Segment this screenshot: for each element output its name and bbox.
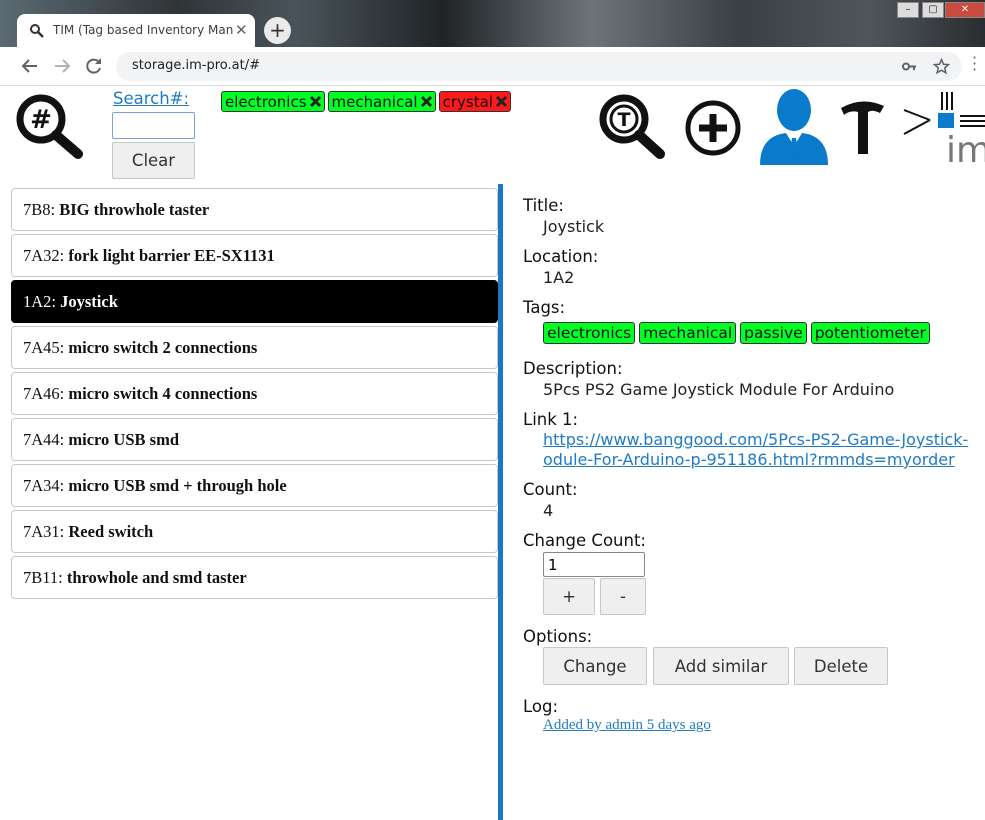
description-label: Description: [523,359,623,378]
url-text: storage.im-pro.at/# [132,58,260,73]
title-value: Joystick [543,217,605,236]
location-label: Location: [523,247,599,266]
tag-search-icon[interactable]: T [599,94,667,160]
tags-label: Tags: [523,298,566,317]
svg-text:T: T [618,109,631,131]
list-item[interactable]: 7A44: micro USB smd [11,418,498,461]
product-link-continued[interactable]: odule-For-Arduino-p-951186.html?rmmds=my… [543,450,955,469]
filter-tag-label: mechanical [331,92,418,111]
hash-search-icon[interactable]: # [16,94,86,160]
star-icon[interactable] [933,58,950,75]
new-tab-button[interactable]: + [264,17,291,44]
window-close-button[interactable]: ✕ [945,2,985,18]
item-tags: electronics mechanical passive potentiom… [543,322,930,344]
options-label: Options: [523,627,593,646]
user-account-icon[interactable] [758,86,830,165]
remove-tag-icon[interactable] [309,95,322,108]
clear-button[interactable]: Clear [112,142,195,179]
list-item-selected[interactable]: 1A2: Joystick [11,280,498,323]
item-tag[interactable]: potentiometer [810,322,930,344]
window-minimize-button[interactable]: – [897,2,919,18]
key-icon[interactable] [901,58,918,75]
description-value: 5Pcs PS2 Game Joystick Module For Arduin… [543,380,895,399]
location-value: 1A2 [543,268,575,287]
tools-icon[interactable] [838,98,886,158]
forward-arrow-icon[interactable] [52,56,72,76]
filter-tag[interactable]: electronics [221,91,325,112]
log-label: Log: [523,697,559,716]
filter-tag[interactable]: crystal [438,91,511,112]
list-item[interactable]: 7A46: micro switch 4 connections [11,372,498,415]
list-item[interactable]: 7A31: Reed switch [11,510,498,553]
add-similar-button[interactable]: Add similar [653,647,789,685]
item-tag[interactable]: electronics [543,322,636,344]
window-maximize-button[interactable]: ▢ [922,2,944,18]
log-entry-link[interactable]: Added by admin 5 days ago [543,717,711,734]
item-tag[interactable]: mechanical [639,322,737,344]
filter-tag-label: electronics [225,92,307,111]
count-value: 4 [543,501,554,520]
filter-tag[interactable]: mechanical [327,91,436,112]
link-label: Link 1: [523,410,579,429]
change-count-label: Change Count: [523,531,646,550]
search-input[interactable] [112,112,195,139]
list-item[interactable]: 7A34: micro USB smd + through hole [11,464,498,507]
remove-tag-icon[interactable] [420,95,433,108]
svg-text:im: im [946,130,985,162]
delete-button[interactable]: Delete [794,647,888,685]
title-label: Title: [523,196,564,215]
change-count-input[interactable] [543,552,645,577]
list-item[interactable]: 7B11: throwhole and smd taster [11,556,498,599]
back-arrow-icon[interactable] [20,56,40,76]
browser-tab[interactable]: TIM (Tag based Inventory Manag ✕ [17,14,255,48]
remove-tag-icon[interactable] [495,95,508,108]
filter-tag-label: crystal [442,92,493,111]
list-item[interactable]: 7A32: fork light barrier EE-SX1131 [11,234,498,277]
change-button[interactable]: Change [543,647,647,685]
tab-close-icon[interactable]: ✕ [235,21,248,39]
search-label-link[interactable]: Search#: [113,89,189,108]
search-favicon-icon [30,24,44,38]
list-item[interactable]: 7B8: BIG throwhole taster [11,188,498,231]
reload-icon[interactable] [84,56,104,76]
im-pro-logo-icon: im [903,92,985,162]
tab-title: TIM (Tag based Inventory Manag [53,23,233,37]
decrement-button[interactable]: - [600,578,646,615]
list-item[interactable]: 7A45: micro switch 2 connections [11,326,498,369]
add-item-icon[interactable] [684,99,742,157]
active-filter-tags: electronics mechanical crystal [221,91,511,112]
item-tag[interactable]: passive [740,322,807,344]
panel-divider[interactable] [498,184,503,820]
browser-toolbar: storage.im-pro.at/# [0,47,985,86]
browser-menu-icon[interactable]: · · · [972,50,977,78]
count-label: Count: [523,480,578,499]
address-bar[interactable]: storage.im-pro.at/# [116,52,962,81]
increment-button[interactable]: + [543,578,595,615]
svg-text:#: # [30,105,52,135]
product-link[interactable]: https://www.banggood.com/5Pcs-PS2-Game-J… [543,430,968,449]
